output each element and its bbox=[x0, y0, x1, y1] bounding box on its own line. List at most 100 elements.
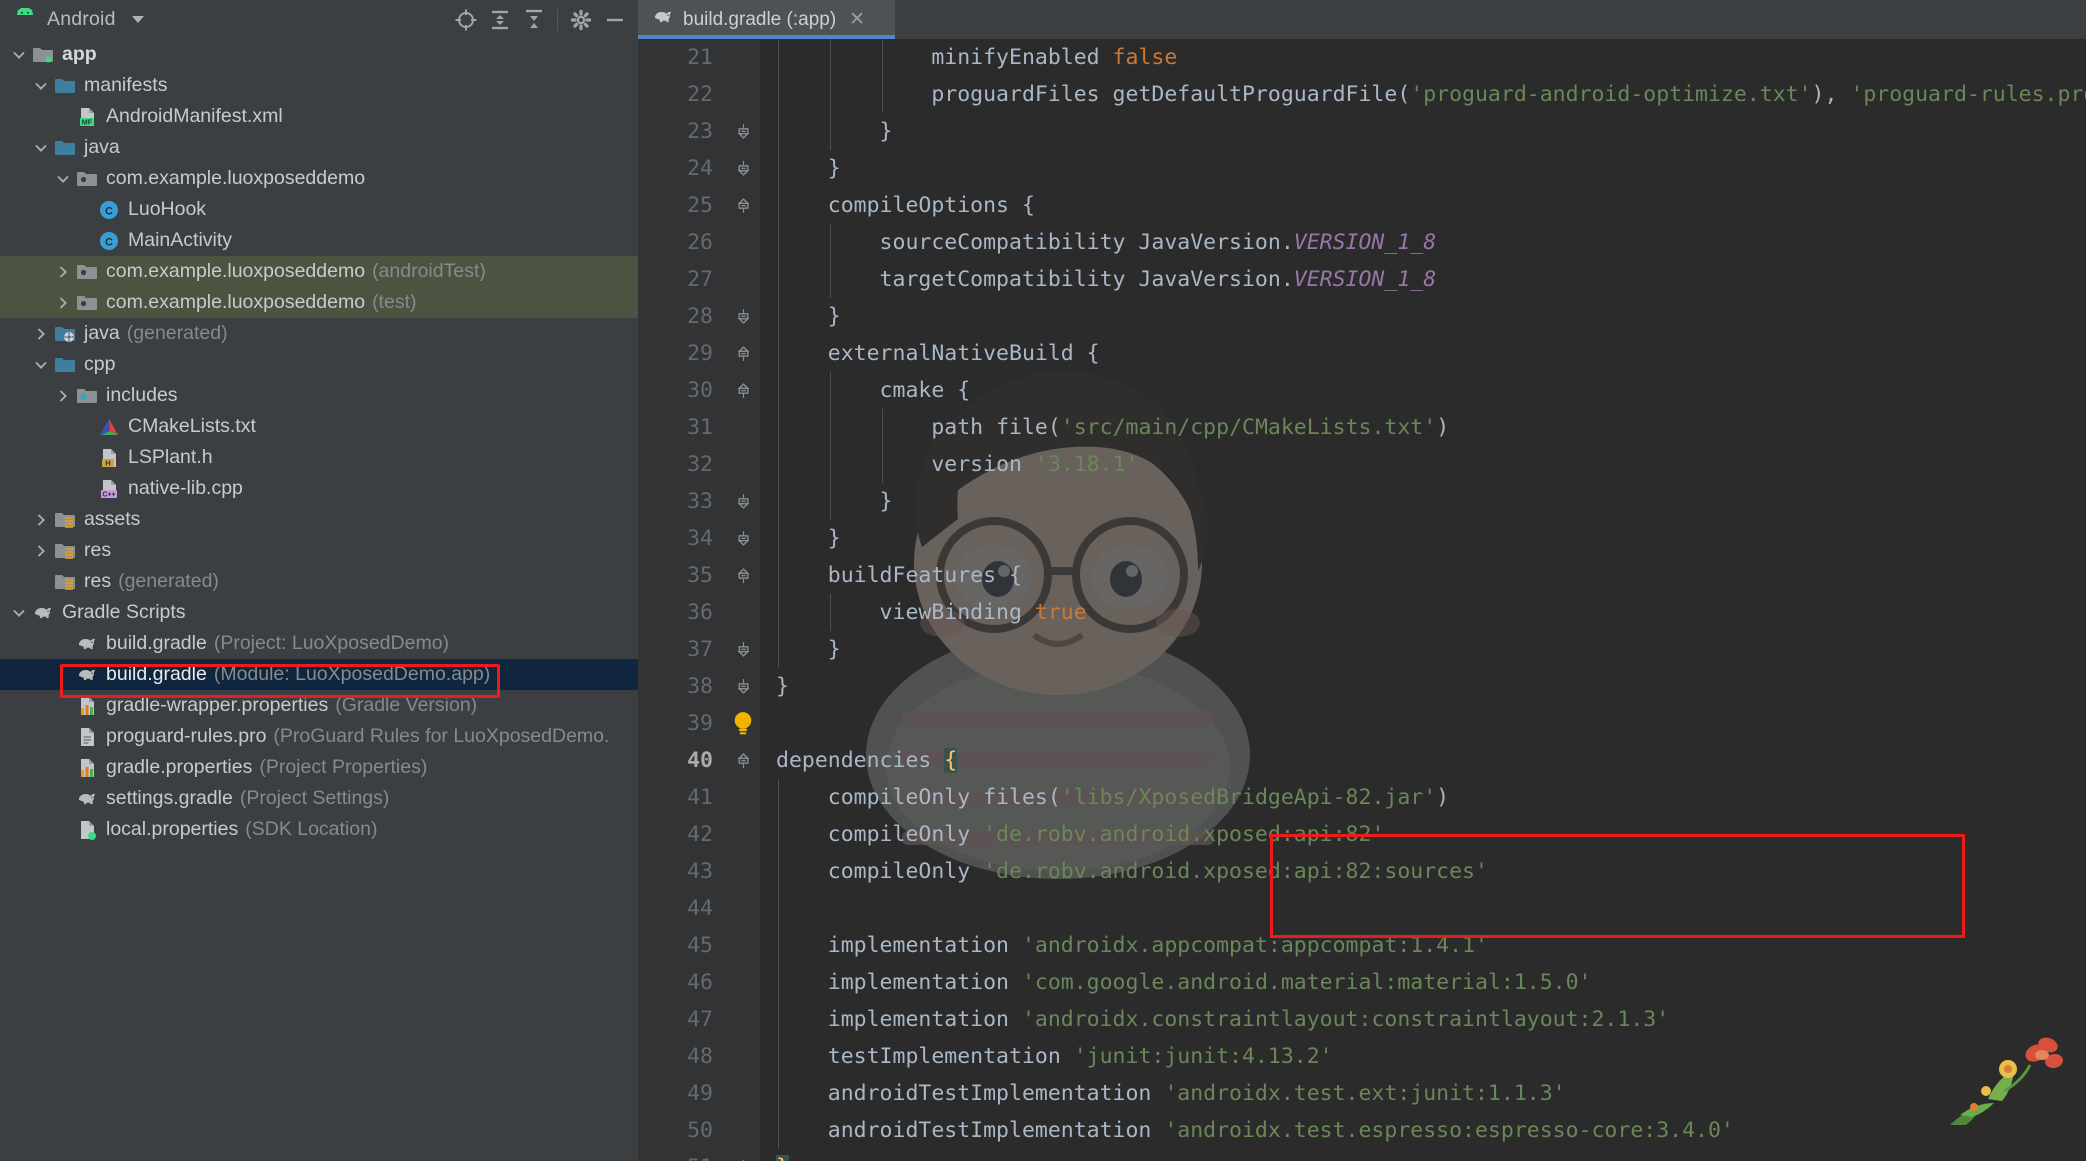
code-line-31[interactable]: 31 path file('src/main/cpp/CMakeLists.tx… bbox=[638, 409, 2086, 446]
line-number: 46 bbox=[638, 964, 726, 1001]
indent-guide bbox=[778, 446, 779, 483]
project-view-selector[interactable]: Android bbox=[12, 8, 144, 31]
code-line-45[interactable]: 45 implementation 'androidx.appcompat:ap… bbox=[638, 927, 2086, 964]
code-line-43[interactable]: 43 compileOnly 'de.robv.android.xposed:a… bbox=[638, 853, 2086, 890]
tree-row-cmakelists-txt[interactable]: CMakeLists.txt bbox=[0, 411, 638, 442]
chevron-right-icon[interactable] bbox=[30, 535, 52, 566]
tree-row-gradle-wrapper-properties[interactable]: gradle-wrapper.properties(Gradle Version… bbox=[0, 690, 638, 721]
tree-row-com-example-luoxposeddemo[interactable]: com.example.luoxposeddemo bbox=[0, 163, 638, 194]
line-number: 51 bbox=[638, 1149, 726, 1161]
fold-end-icon[interactable] bbox=[726, 113, 760, 150]
tree-row-luohook[interactable]: CLuoHook bbox=[0, 194, 638, 225]
chevron-right-icon[interactable] bbox=[52, 256, 74, 287]
code-editor[interactable]: 21 minifyEnabled false22 proguardFiles g… bbox=[638, 39, 2086, 1161]
tree-row-lsplant-h[interactable]: HLSPlant.h bbox=[0, 442, 638, 473]
project-tree[interactable]: appmanifestsMFAndroidManifest.xmljavacom… bbox=[0, 39, 638, 845]
chevron-right-icon[interactable] bbox=[52, 380, 74, 411]
tree-row-build-gradle[interactable]: build.gradle(Project: LuoXposedDemo) bbox=[0, 628, 638, 659]
chevron-down-icon[interactable] bbox=[132, 16, 144, 23]
fold-end-icon[interactable] bbox=[726, 631, 760, 668]
code-line-47[interactable]: 47 implementation 'androidx.constraintla… bbox=[638, 1001, 2086, 1038]
chevron-down-icon[interactable] bbox=[52, 163, 74, 194]
code-line-36[interactable]: 36 viewBinding true bbox=[638, 594, 2086, 631]
intention-bulb-icon[interactable] bbox=[726, 705, 760, 742]
gradle-elephant-icon bbox=[74, 664, 100, 686]
tree-row-includes[interactable]: includes bbox=[0, 380, 638, 411]
tree-row-res[interactable]: res(generated) bbox=[0, 566, 638, 597]
tree-row-proguard-rules-pro[interactable]: proguard-rules.pro(ProGuard Rules for Lu… bbox=[0, 721, 638, 752]
code-line-24[interactable]: 24 } bbox=[638, 150, 2086, 187]
code-line-39[interactable]: 39 bbox=[638, 705, 2086, 742]
tree-row-java[interactable]: java(generated) bbox=[0, 318, 638, 349]
chevron-down-icon[interactable] bbox=[30, 132, 52, 163]
tree-row-local-properties[interactable]: local.properties(SDK Location) bbox=[0, 814, 638, 845]
code-line-42[interactable]: 42 compileOnly 'de.robv.android.xposed:a… bbox=[638, 816, 2086, 853]
code-line-34[interactable]: 34 } bbox=[638, 520, 2086, 557]
chevron-right-icon[interactable] bbox=[30, 504, 52, 535]
chevron-down-icon[interactable] bbox=[30, 349, 52, 380]
fold-start-icon[interactable] bbox=[726, 187, 760, 224]
chevron-down-icon[interactable] bbox=[30, 70, 52, 101]
code-line-50[interactable]: 50 androidTestImplementation 'androidx.t… bbox=[638, 1112, 2086, 1149]
fold-end-icon[interactable] bbox=[726, 1149, 760, 1161]
expand-all-icon[interactable] bbox=[483, 3, 517, 37]
fold-end-icon[interactable] bbox=[726, 520, 760, 557]
chevron-down-icon[interactable] bbox=[8, 597, 30, 628]
tree-row-androidmanifest-xml[interactable]: MFAndroidManifest.xml bbox=[0, 101, 638, 132]
tree-row-gradle-properties[interactable]: gradle.properties(Project Properties) bbox=[0, 752, 638, 783]
fold-end-icon[interactable] bbox=[726, 150, 760, 187]
tree-row-settings-gradle[interactable]: settings.gradle(Project Settings) bbox=[0, 783, 638, 814]
project-toolbar: Android bbox=[0, 0, 638, 39]
code-line-27[interactable]: 27 targetCompatibility JavaVersion.VERSI… bbox=[638, 261, 2086, 298]
code-line-23[interactable]: 23 } bbox=[638, 113, 2086, 150]
code-line-37[interactable]: 37 } bbox=[638, 631, 2086, 668]
tree-row-assets[interactable]: assets bbox=[0, 504, 638, 535]
code-line-32[interactable]: 32 version '3.18.1' bbox=[638, 446, 2086, 483]
tree-row-mainactivity[interactable]: CMainActivity bbox=[0, 225, 638, 256]
fold-start-icon[interactable] bbox=[726, 372, 760, 409]
target-locate-icon[interactable] bbox=[449, 3, 483, 37]
fold-start-icon[interactable] bbox=[726, 335, 760, 372]
tree-row-app[interactable]: app bbox=[0, 39, 638, 70]
fold-end-icon[interactable] bbox=[726, 668, 760, 705]
code-line-28[interactable]: 28 } bbox=[638, 298, 2086, 335]
chevron-right-icon[interactable] bbox=[52, 287, 74, 318]
code-line-35[interactable]: 35 buildFeatures { bbox=[638, 557, 2086, 594]
code-line-29[interactable]: 29 externalNativeBuild { bbox=[638, 335, 2086, 372]
minimize-icon[interactable] bbox=[598, 3, 632, 37]
code-line-48[interactable]: 48 testImplementation 'junit:junit:4.13.… bbox=[638, 1038, 2086, 1075]
fold-end-icon[interactable] bbox=[726, 483, 760, 520]
code-line-22[interactable]: 22 proguardFiles getDefaultProguardFile(… bbox=[638, 76, 2086, 113]
module-folder-icon bbox=[30, 44, 56, 66]
chevron-right-icon[interactable] bbox=[30, 318, 52, 349]
code-line-30[interactable]: 30 cmake { bbox=[638, 372, 2086, 409]
tree-row-build-gradle[interactable]: build.gradle(Module: LuoXposedDemo.app) bbox=[0, 659, 638, 690]
tree-row-native-lib-cpp[interactable]: C++native-lib.cpp bbox=[0, 473, 638, 504]
code-line-25[interactable]: 25 compileOptions { bbox=[638, 187, 2086, 224]
code-line-46[interactable]: 46 implementation 'com.google.android.ma… bbox=[638, 964, 2086, 1001]
code-line-38[interactable]: 38} bbox=[638, 668, 2086, 705]
tree-row-manifests[interactable]: manifests bbox=[0, 70, 638, 101]
chevron-down-icon[interactable] bbox=[8, 39, 30, 70]
fold-end-icon[interactable] bbox=[726, 298, 760, 335]
settings-gear-icon[interactable] bbox=[564, 3, 598, 37]
code-line-33[interactable]: 33 } bbox=[638, 483, 2086, 520]
code-line-49[interactable]: 49 androidTestImplementation 'androidx.t… bbox=[638, 1075, 2086, 1112]
fold-start-icon[interactable] bbox=[726, 557, 760, 594]
tree-row-res[interactable]: res bbox=[0, 535, 638, 566]
code-line-41[interactable]: 41 compileOnly files('libs/XposedBridgeA… bbox=[638, 779, 2086, 816]
fold-start-icon[interactable] bbox=[726, 742, 760, 779]
code-line-26[interactable]: 26 sourceCompatibility JavaVersion.VERSI… bbox=[638, 224, 2086, 261]
code-line-51[interactable]: 51} bbox=[638, 1149, 2086, 1161]
tree-row-cpp[interactable]: cpp bbox=[0, 349, 638, 380]
tree-row-com-example-luoxposeddemo[interactable]: com.example.luoxposeddemo(test) bbox=[0, 287, 638, 318]
tree-row-java[interactable]: java bbox=[0, 132, 638, 163]
tree-row-gradle-scripts[interactable]: Gradle Scripts bbox=[0, 597, 638, 628]
code-line-21[interactable]: 21 minifyEnabled false bbox=[638, 39, 2086, 76]
tab-build-gradle-app[interactable]: build.gradle (:app) ✕ bbox=[638, 0, 895, 39]
code-line-40[interactable]: 40dependencies { bbox=[638, 742, 2086, 779]
tree-row-com-example-luoxposeddemo[interactable]: com.example.luoxposeddemo(androidTest) bbox=[0, 256, 638, 287]
close-icon[interactable]: ✕ bbox=[849, 8, 865, 31]
collapse-all-icon[interactable] bbox=[517, 3, 551, 37]
code-line-44[interactable]: 44 bbox=[638, 890, 2086, 927]
